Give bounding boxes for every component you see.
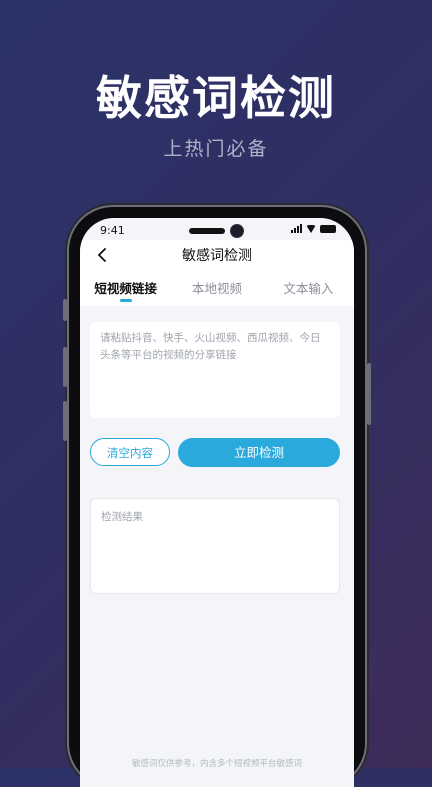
tab-short-video-link[interactable]: 短视频链接 xyxy=(80,270,171,306)
promo-title: 敏感词检测 xyxy=(96,71,336,125)
promo-subtitle: 上热门必备 xyxy=(163,138,269,160)
footer-note: 敏感词仅供参考，内含多个短视频平台敏感词 xyxy=(131,759,302,769)
result-card: 检测结果 xyxy=(90,498,340,594)
status-time: 9:41 xyxy=(100,224,125,237)
page-title: 敏感词检测 xyxy=(182,248,252,264)
battery-icon xyxy=(320,224,336,233)
tab-text-input[interactable]: 文本输入 xyxy=(263,270,354,306)
tab-label: 短视频链接 xyxy=(94,281,157,296)
phone-volume-up xyxy=(63,347,67,387)
link-input-card xyxy=(90,322,340,418)
detect-button[interactable]: 立即检测 xyxy=(178,438,340,467)
phone-mute-switch xyxy=(63,299,67,321)
clear-button[interactable]: 清空内容 xyxy=(90,438,170,466)
status-icons xyxy=(291,224,336,233)
app-screen: 9:41 敏感词检测 短视频链接 本地视频 文本输入 请粘贴抖音、快手、火山视频… xyxy=(80,218,354,787)
tab-bar: 短视频链接 本地视频 文本输入 xyxy=(80,270,354,306)
status-bar: 9:41 xyxy=(80,218,354,240)
tab-label: 文本输入 xyxy=(283,281,334,296)
nav-header: 敏感词检测 xyxy=(80,240,354,270)
tab-active-indicator xyxy=(119,299,132,302)
signal-icon xyxy=(291,224,302,233)
phone-power-button xyxy=(367,363,371,425)
result-label: 检测结果 xyxy=(101,511,143,523)
link-input[interactable] xyxy=(90,322,340,418)
camera-icon xyxy=(230,224,244,238)
phone-volume-down xyxy=(63,401,67,441)
wifi-icon xyxy=(306,224,316,233)
phone-frame: 9:41 敏感词检测 短视频链接 本地视频 文本输入 请粘贴抖音、快手、火山视频… xyxy=(63,207,371,787)
speaker-notch xyxy=(189,228,225,234)
tab-local-video[interactable]: 本地视频 xyxy=(171,270,262,306)
tab-label: 本地视频 xyxy=(191,281,242,296)
